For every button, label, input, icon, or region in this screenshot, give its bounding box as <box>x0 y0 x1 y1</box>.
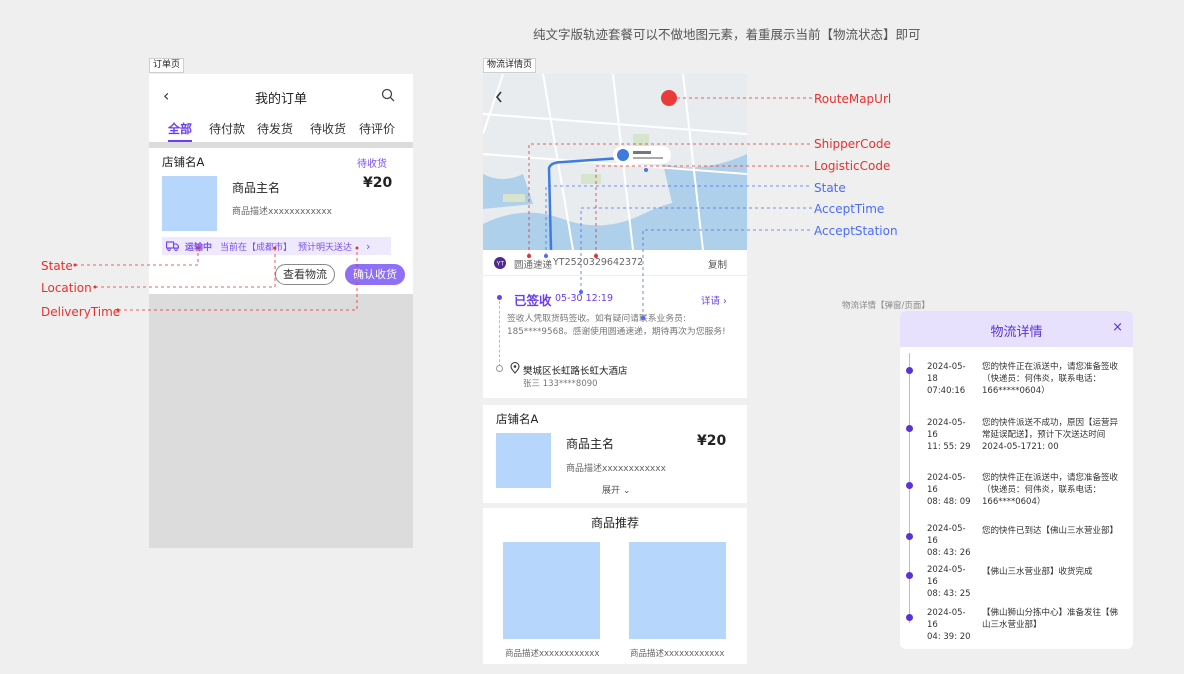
label-shipper-code: ShipperCode <box>814 137 891 151</box>
label-accept-station: AcceptStation <box>814 224 898 238</box>
timeline-date: 2024-05-16 04: 39: 20 <box>927 607 971 643</box>
label-accept-time: AcceptTime <box>814 202 885 216</box>
label-state: State <box>814 181 846 195</box>
timeline-dot <box>906 482 913 489</box>
modal-tag: 物流详情【弹窗/页面】 <box>842 301 930 311</box>
timeline-text: 您的快件正在派送中，请您准备签收（快递员：何伟炎，联系电话：166****060… <box>982 473 1119 507</box>
close-icon[interactable]: × <box>1112 320 1123 335</box>
timeline-date-time: 04: 39: 20 <box>927 632 971 642</box>
timeline-dot <box>906 533 913 540</box>
label-logistic-code: LogisticCode <box>814 159 891 173</box>
timeline-date-time: 08: 43: 25 <box>927 589 971 599</box>
timeline-date-day: 2024-05-16 <box>927 473 966 495</box>
modal-title: 物流详情 <box>990 325 1043 340</box>
timeline-date: 2024-05-16 08: 48: 09 <box>927 472 971 508</box>
timeline-text: 您的快件已到达【佛山三水营业部】 <box>982 526 1119 536</box>
modal-header: 物流详情 × <box>900 311 1133 347</box>
timeline-date-time: 08: 48: 09 <box>927 497 971 507</box>
timeline-date-day: 2024-05-16 <box>927 418 966 440</box>
timeline-date-day: 2024-05-16 <box>927 524 966 546</box>
timeline-date-day: 2024-05-18 <box>927 362 966 384</box>
timeline-date: 2024-05-16 08: 43: 26 <box>927 523 971 559</box>
timeline-date-day: 2024-05-16 <box>927 608 966 630</box>
logistics-modal: 物流详情 × 2024-05-18 07:40:16 您的快件正在派送中，请您准备… <box>900 311 1133 649</box>
timeline-date-day: 2024-05-16 <box>927 565 966 587</box>
timeline-date-time: 08: 43: 26 <box>927 548 971 558</box>
timeline-dot <box>906 425 913 432</box>
timeline-dot <box>906 614 913 621</box>
timeline-dot <box>906 367 913 374</box>
label-route-map-url: RouteMapUrl <box>814 92 892 106</box>
timeline-text: 【佛山狮山分拣中心】准备发往【佛山三水营业部】 <box>982 608 1119 630</box>
timeline-date: 2024-05-16 08: 43: 25 <box>927 564 971 600</box>
timeline-text: 【佛山三水营业部】收货完成 <box>982 567 1093 577</box>
timeline-date-time: 11: 55: 29 <box>927 442 971 452</box>
timeline-dot <box>906 572 913 579</box>
timeline-text: 您的快件派送不成功，原因【运营异常延误配送】，预计下次送达时间2024-05-1… <box>982 418 1119 452</box>
timeline-text: 您的快件正在派送中，请您准备签收（快递员：何伟炎，联系电话：166*****06… <box>982 362 1119 396</box>
timeline-date: 2024-05-18 07:40:16 <box>927 361 971 397</box>
timeline-date: 2024-05-16 11: 55: 29 <box>927 417 971 453</box>
timeline-date-time: 07:40:16 <box>927 386 966 396</box>
